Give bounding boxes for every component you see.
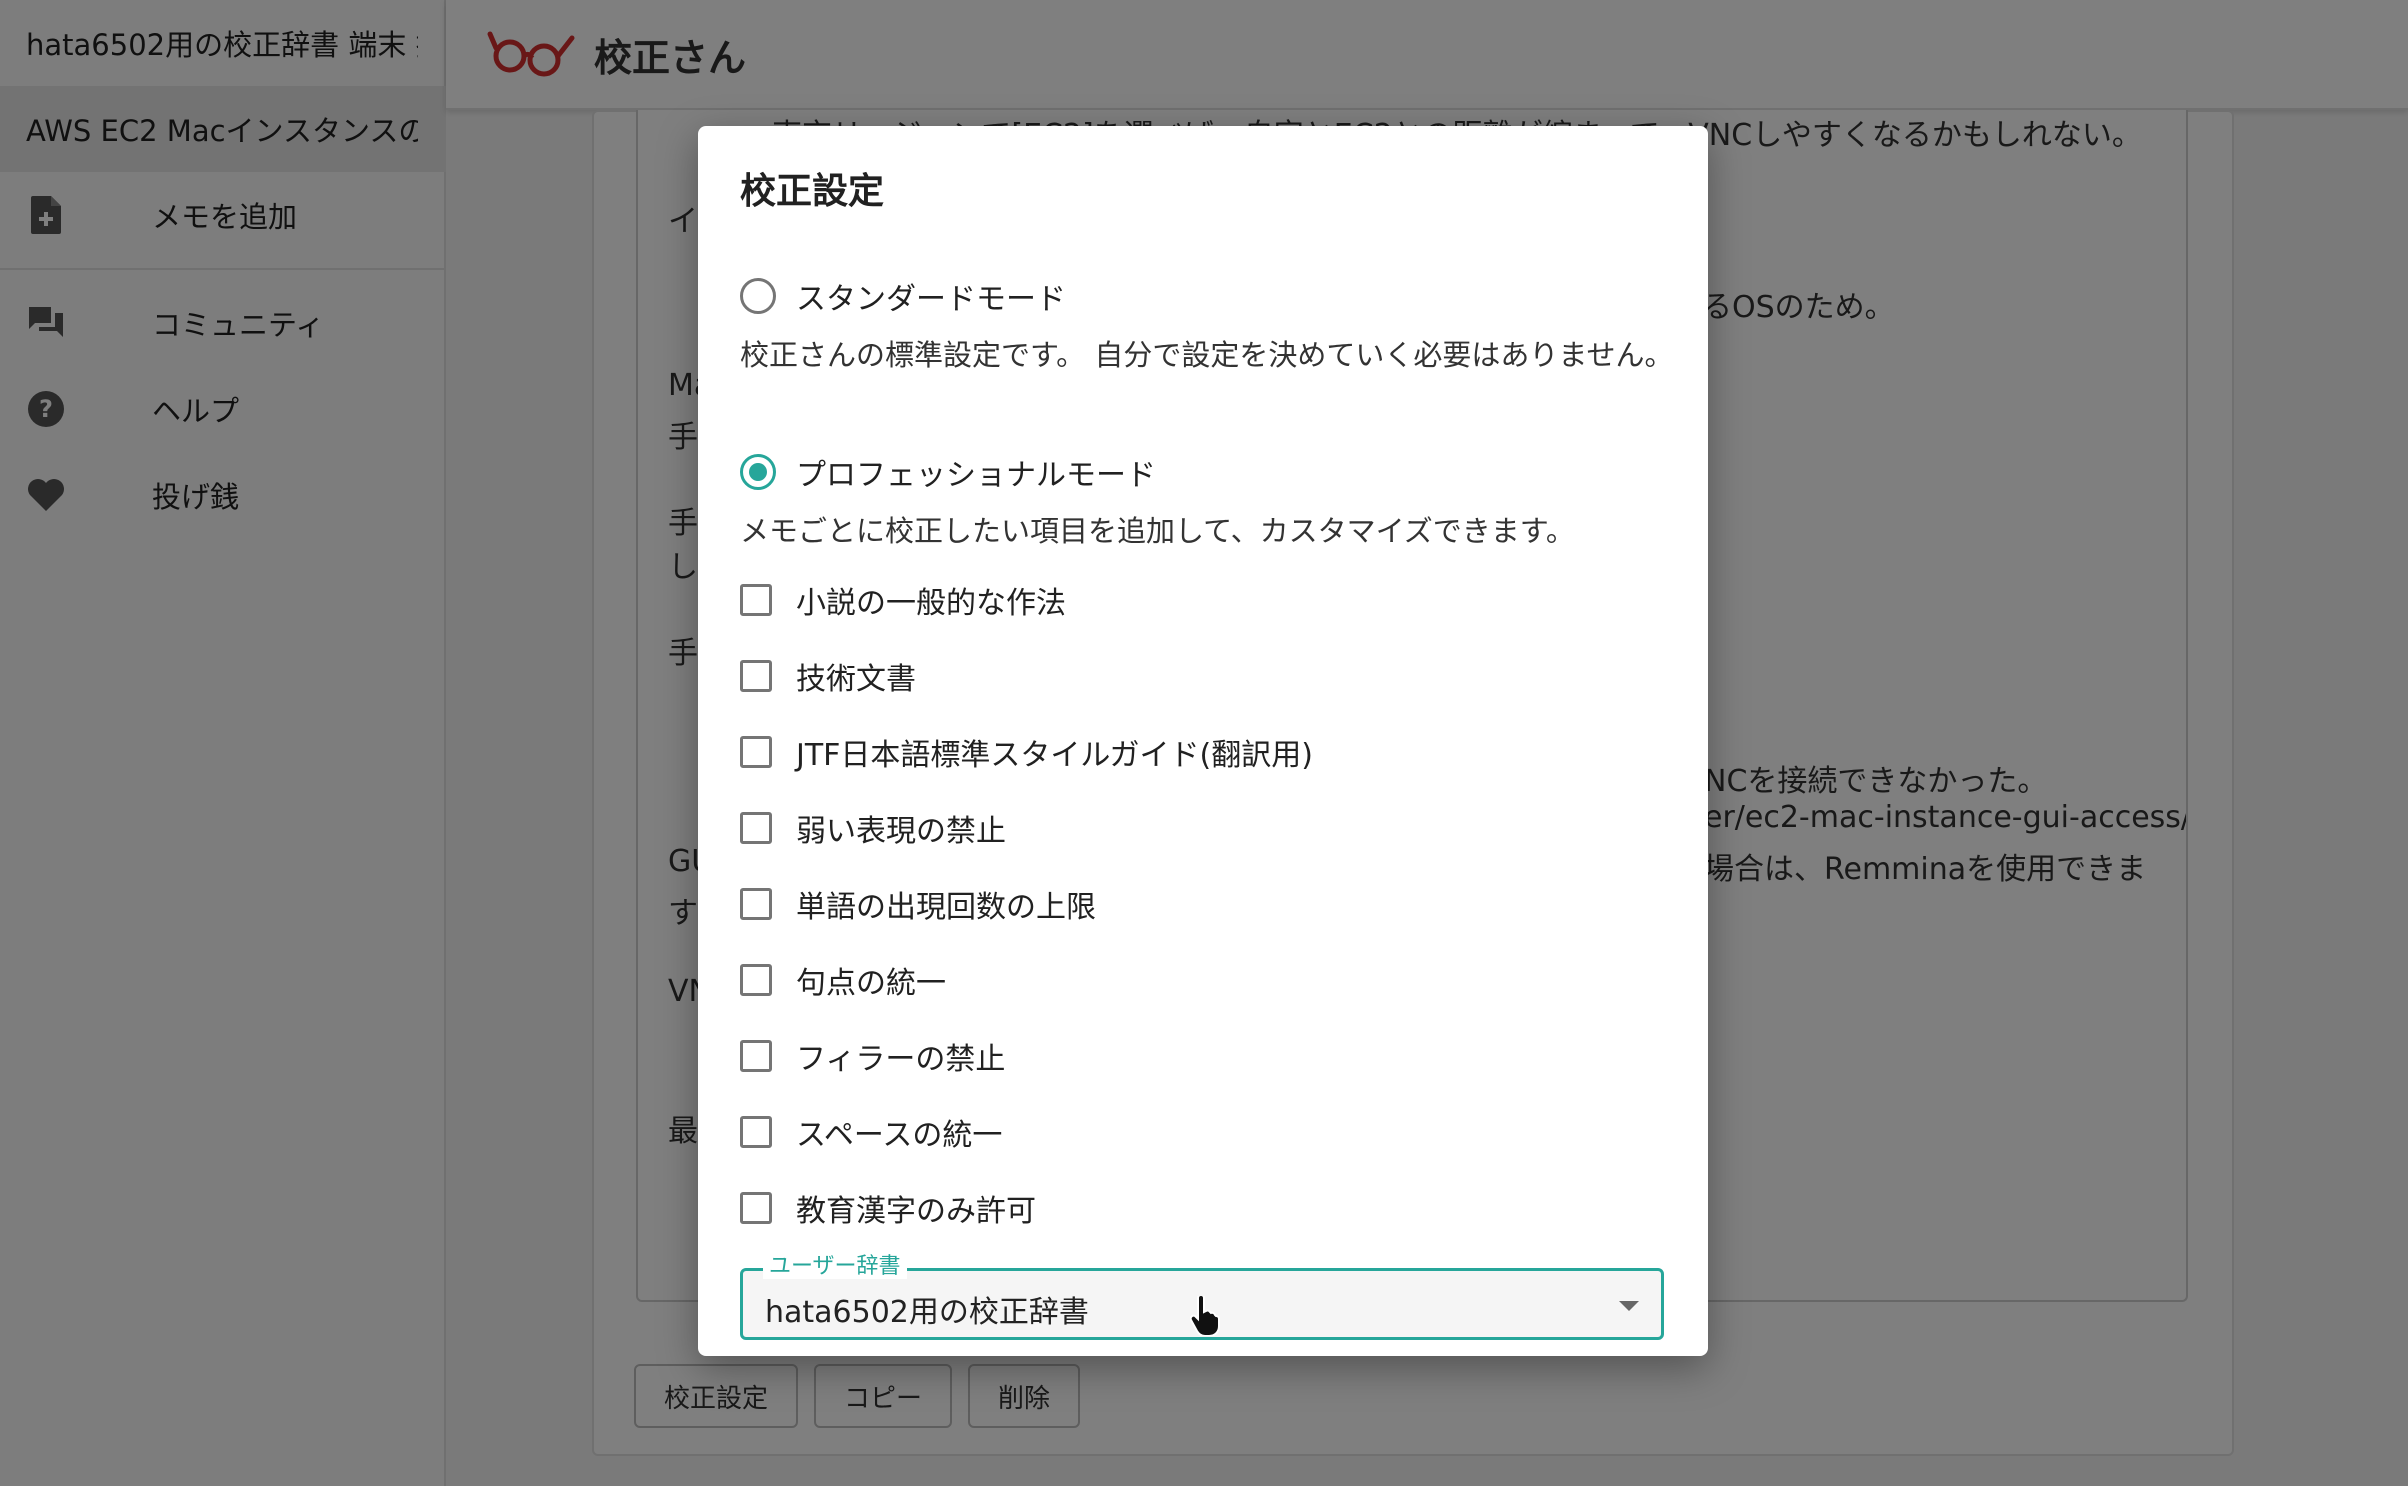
standard-mode-description: 校正さんの標準設定です。 自分で設定を決めていく必要はありません。: [740, 338, 1674, 372]
checkbox-icon: [740, 812, 772, 844]
option-label: 弱い表現の禁止: [796, 814, 1006, 849]
radio-label: プロフェッショナルモード: [796, 458, 1156, 493]
option-checkbox[interactable]: 単語の出現回数の上限: [740, 882, 1096, 926]
option-label: 単語の出現回数の上限: [796, 890, 1096, 925]
dropdown-arrow-icon: [1619, 1301, 1639, 1311]
option-label: 技術文書: [796, 662, 916, 697]
option-label: スペースの統一: [796, 1118, 1003, 1153]
user-dictionary-label: ユーザー辞書: [763, 1255, 907, 1279]
checkbox-icon: [740, 1116, 772, 1148]
option-checkbox[interactable]: 句点の統一: [740, 958, 946, 1002]
dialog-title: 校正設定: [740, 171, 885, 212]
option-checkbox[interactable]: 技術文書: [740, 654, 916, 698]
checkbox-icon: [740, 736, 772, 768]
radio-unchecked-icon: [740, 278, 776, 314]
option-label: 小説の一般的な作法: [796, 586, 1066, 621]
professional-mode-radio[interactable]: プロフェッショナルモード: [740, 450, 1156, 494]
option-label: フィラーの禁止: [796, 1042, 1006, 1077]
option-label: JTF日本語標準スタイルガイド(翻訳用): [796, 738, 1313, 773]
standard-mode-radio[interactable]: スタンダードモード: [740, 274, 1066, 318]
app-root: hata6502用の校正辞書 端末 技 AWS EC2 Macインスタンスの使 …: [0, 0, 2408, 1486]
checkbox-icon: [740, 888, 772, 920]
checkbox-icon: [740, 660, 772, 692]
proof-settings-dialog: 校正設定 スタンダードモード 校正さんの標準設定です。 自分で設定を決めていく必…: [698, 126, 1708, 1356]
user-dictionary-value: hata6502用の校正辞書: [765, 1295, 1089, 1330]
hand-pointer-icon: [1189, 1294, 1220, 1340]
option-checkbox[interactable]: スペースの統一: [740, 1110, 1002, 1154]
checkbox-icon: [740, 584, 772, 616]
radio-checked-icon: [740, 454, 776, 490]
option-checkbox[interactable]: JTF日本語標準スタイルガイド(翻訳用): [740, 730, 1313, 774]
checkbox-icon: [740, 964, 772, 996]
option-label: 教育漢字のみ許可: [796, 1194, 1036, 1229]
option-checkbox[interactable]: 小説の一般的な作法: [740, 578, 1066, 622]
option-checkbox[interactable]: 弱い表現の禁止: [740, 806, 1006, 850]
option-label: 句点の統一: [796, 966, 946, 1001]
option-checkbox[interactable]: 教育漢字のみ許可: [740, 1186, 1036, 1230]
option-checkbox[interactable]: フィラーの禁止: [740, 1034, 1005, 1078]
radio-label: スタンダードモード: [796, 282, 1066, 317]
professional-mode-description: メモごとに校正したい項目を追加して、カスタマイズできます。: [740, 514, 1575, 548]
checkbox-icon: [740, 1040, 772, 1072]
checkbox-icon: [740, 1192, 772, 1224]
